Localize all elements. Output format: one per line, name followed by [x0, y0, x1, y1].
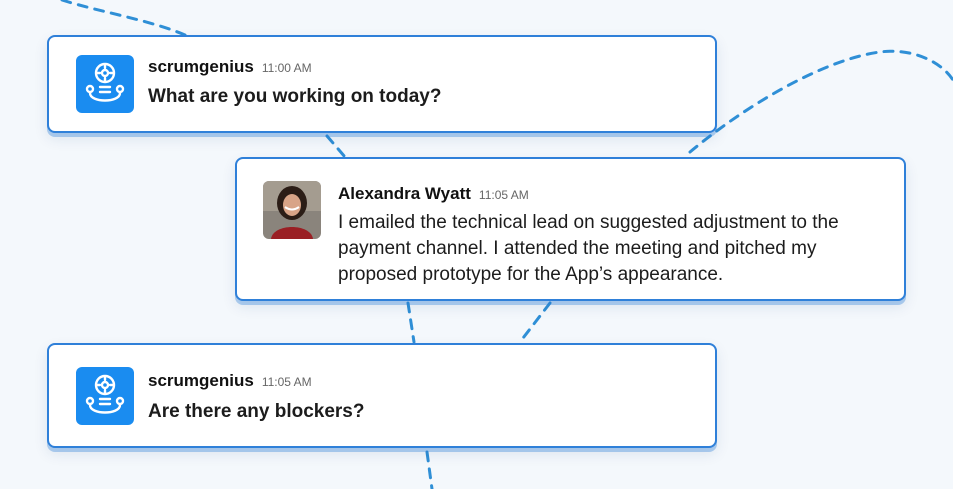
dashed-curve [425, 450, 434, 489]
dashed-curve [518, 301, 552, 344]
message-header: scrumgenius 11:00 AM [148, 57, 312, 77]
message-header: Alexandra Wyatt 11:05 AM [338, 184, 529, 204]
user-photo-avatar [263, 181, 321, 239]
bot-logo-icon [76, 367, 134, 425]
message-text: Are there any blockers? [148, 401, 365, 422]
message-text: I emailed the technical lead on suggeste… [338, 212, 839, 285]
dashed-curve [406, 301, 416, 344]
message-card: Alexandra Wyatt 11:05 AM I emailed the te… [235, 157, 906, 301]
dashed-curve [60, 0, 187, 37]
author-name: Alexandra Wyatt [338, 184, 471, 203]
message-card: scrumgenius 11:00 AM What are you working… [47, 35, 717, 133]
message-text: What are you working on today? [148, 86, 442, 107]
message-card: scrumgenius 11:05 AM Are there any blocke… [47, 343, 717, 448]
bot-logo-icon [76, 55, 134, 113]
timestamp: 11:05 AM [261, 375, 312, 389]
author-name: scrumgenius [148, 57, 254, 76]
timestamp: 11:00 AM [261, 61, 312, 75]
timestamp: 11:05 AM [478, 188, 529, 202]
dashed-curve [325, 134, 347, 159]
author-name: scrumgenius [148, 371, 254, 390]
dashed-curve [688, 49, 953, 154]
message-header: scrumgenius 11:05 AM [148, 371, 312, 391]
